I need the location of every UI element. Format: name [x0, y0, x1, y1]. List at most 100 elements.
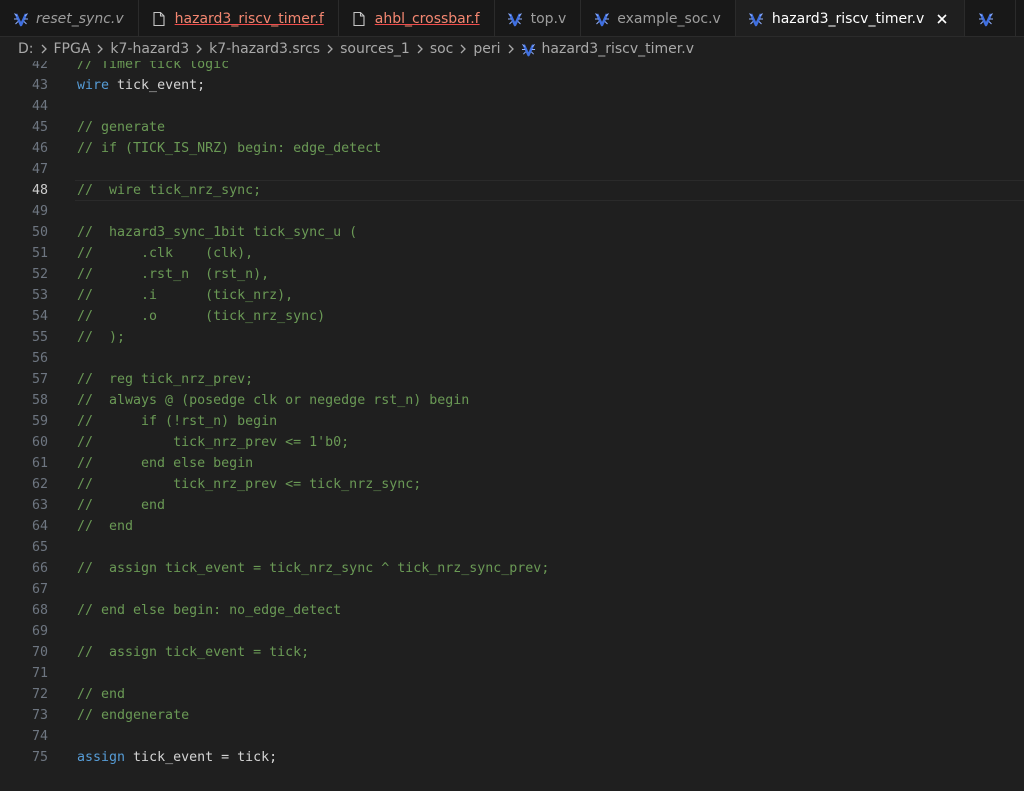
comment-token: // .clk (clk), [77, 246, 254, 261]
line-number: 74 [31, 729, 48, 744]
line-number: 66 [31, 561, 48, 576]
code-text: // end else begin: no_edge_detect [77, 600, 341, 621]
code-line[interactable]: 56 [0, 348, 1024, 369]
comment-token: // hazard3_sync_1bit tick_sync_u ( [77, 225, 358, 240]
breadcrumb-item[interactable]: hazard3_riscv_timer.v [542, 41, 694, 57]
line-number: 55 [31, 330, 48, 345]
code-line[interactable]: 42 // Timer tick logic [0, 61, 1024, 75]
line-number: 45 [31, 120, 48, 135]
tab-label: reset_sync.v [36, 10, 124, 27]
keyword-token: wire [77, 78, 110, 93]
code-line[interactable]: 55 // ); [0, 327, 1024, 348]
code-line[interactable]: 67 [0, 579, 1024, 600]
breadcrumb-item[interactable]: sources_1 [340, 41, 410, 57]
tab-label: hazard3_riscv_timer.v [771, 10, 925, 27]
code-line[interactable]: 50 // hazard3_sync_1bit tick_sync_u ( [0, 222, 1024, 243]
code-line[interactable]: 49 [0, 201, 1024, 222]
verilog-file-icon [521, 42, 536, 57]
code-text: // tick_nrz_prev <= 1'b0; [77, 432, 349, 453]
code-line[interactable]: 60 // tick_nrz_prev <= 1'b0; [0, 432, 1024, 453]
line-number: 48 [31, 183, 48, 198]
code-line[interactable]: 61 // end else begin [0, 453, 1024, 474]
code-text: // wire tick_nrz_sync; [77, 180, 261, 201]
code-text: // if (!rst_n) begin [77, 411, 277, 432]
verilog-file-icon [977, 10, 994, 27]
code-line[interactable]: 63 // end [0, 495, 1024, 516]
line-number: 42 [31, 61, 48, 72]
close-icon[interactable] [934, 11, 950, 27]
line-number: 61 [31, 456, 48, 471]
tab[interactable]: hazard3_riscv_timer.f [139, 0, 339, 36]
breadcrumb-item[interactable]: FPGA [54, 41, 91, 57]
tab[interactable]: top.v [495, 0, 582, 36]
tab[interactable]: ahbl_crossbar.f [339, 0, 495, 36]
verilog-file-icon [12, 10, 29, 27]
tab[interactable]: reset_sync.v [0, 0, 139, 36]
code-line[interactable]: 47 [0, 159, 1024, 180]
code-line[interactable]: 57 // reg tick_nrz_prev; [0, 369, 1024, 390]
verilog-file-icon [748, 10, 765, 27]
code-text: // .o (tick_nrz_sync) [77, 306, 325, 327]
editor-tab-bar: reset_sync.v hazard3_riscv_timer.f ahbl_cr… [0, 0, 1024, 37]
code-line[interactable]: 46 // if (TICK_IS_NRZ) begin: edge_detect [0, 138, 1024, 159]
code-line[interactable]: 45 // generate [0, 117, 1024, 138]
code-line[interactable]: 73 // endgenerate [0, 705, 1024, 726]
code-line[interactable]: 70 // assign tick_event = tick; [0, 642, 1024, 663]
comment-token: // end [77, 519, 134, 534]
identifier-token: tick_event; [109, 78, 206, 93]
code-text: // end [77, 495, 165, 516]
line-number: 63 [31, 498, 48, 513]
line-number: 60 [31, 435, 48, 450]
code-text: // if (TICK_IS_NRZ) begin: edge_detect [77, 138, 381, 159]
code-editor[interactable]: 42// Timer tick logic 43 wire tick_event; 4… [0, 61, 1024, 791]
chevron-right-icon [507, 43, 515, 55]
code-line[interactable]: 53 // .i (tick_nrz), [0, 285, 1024, 306]
comment-token: // end [77, 498, 166, 513]
breadcrumb-item[interactable]: peri [473, 41, 500, 57]
code-line[interactable]: 59 // if (!rst_n) begin [0, 411, 1024, 432]
comment-token: // .o (tick_nrz_sync) [77, 309, 326, 324]
chevron-right-icon [96, 43, 104, 55]
tab[interactable]: example_soc.v [581, 0, 736, 36]
line-number: 49 [31, 204, 48, 219]
tab-active[interactable]: hazard3_riscv_timer.v [735, 0, 966, 36]
code-line[interactable]: 51 // .clk (clk), [0, 243, 1024, 264]
code-line[interactable]: 69 [0, 621, 1024, 642]
code-line[interactable]: 72 // end [0, 684, 1024, 705]
comment-token: // end else begin: no_edge_detect [77, 603, 342, 618]
code-line[interactable]: 65 [0, 537, 1024, 558]
code-line[interactable]: 66 // assign tick_event = tick_nrz_sync ^… [0, 558, 1024, 579]
comment-token: // generate [77, 120, 166, 135]
code-line[interactable]: 74 [0, 726, 1024, 747]
code-line[interactable]: 75 assign tick_event = tick; [0, 747, 1024, 768]
line-number: 57 [31, 372, 48, 387]
code-text: // assign tick_event = tick; [77, 642, 309, 663]
breadcrumb-item[interactable]: D: [18, 41, 34, 57]
code-text: // end [77, 516, 133, 537]
tab[interactable] [965, 0, 1017, 36]
breadcrumb-item[interactable]: k7-hazard3.srcs [209, 41, 320, 57]
code-line[interactable]: 44 [0, 96, 1024, 117]
breadcrumb-item[interactable]: soc [430, 41, 454, 57]
code-text: // end else begin [77, 453, 253, 474]
code-text: // .i (tick_nrz), [77, 285, 293, 306]
breadcrumb-item[interactable]: k7-hazard3 [110, 41, 189, 57]
tab-label: top.v [530, 10, 567, 27]
code-line[interactable]: 52 // .rst_n (rst_n), [0, 264, 1024, 285]
code-line[interactable]: 58 // always @ (posedge clk or negedge rs… [0, 390, 1024, 411]
line-number: 46 [31, 141, 48, 156]
tab-label: example_soc.v [617, 10, 721, 27]
code-line[interactable]: 68 // end else begin: no_edge_detect [0, 600, 1024, 621]
code-line[interactable]: 43 wire tick_event; [0, 75, 1024, 96]
code-text: wire tick_event; [77, 75, 205, 96]
code-line[interactable]: 48 // wire tick_nrz_sync; [0, 180, 1024, 201]
code-line[interactable]: 64 // end [0, 516, 1024, 537]
code-line[interactable]: 62 // tick_nrz_prev <= tick_nrz_sync; [0, 474, 1024, 495]
comment-token: // .rst_n (rst_n), [77, 267, 270, 282]
code-line[interactable]: 54 // .o (tick_nrz_sync) [0, 306, 1024, 327]
code-text: // ); [77, 327, 125, 348]
line-number: 69 [31, 624, 48, 639]
line-number: 43 [31, 78, 48, 93]
code-line[interactable]: 71 [0, 663, 1024, 684]
line-number: 68 [31, 603, 48, 618]
